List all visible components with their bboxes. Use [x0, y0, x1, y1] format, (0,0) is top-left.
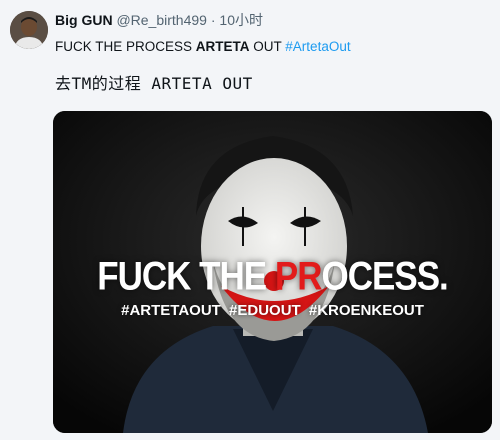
separator: · [210, 12, 216, 28]
media-overlay-title: FUCK THE PROCESS. [53, 254, 492, 300]
tweet-text-part: FUCK THE PROCESS [55, 39, 196, 54]
overlay-title-highlight: PR [274, 254, 323, 299]
overlay-title-part: OCESS. [321, 254, 449, 299]
overlay-title-part: FUCK THE [97, 254, 275, 299]
tweet-text: FUCK THE PROCESS ARTETA OUT #ArtetaOut [55, 38, 351, 56]
tweet-text-part: OUT [249, 39, 286, 54]
tweet[interactable]: Big GUN @Re_birth499 · 10小时 FUCK THE PRO… [0, 0, 500, 440]
avatar[interactable] [10, 11, 48, 49]
avatar-image [10, 11, 48, 49]
author-name[interactable]: Big GUN [55, 12, 113, 28]
tweet-text-bold: ARTETA [195, 39, 250, 54]
tweet-header: Big GUN @Re_birth499 · 10小时 [55, 11, 263, 29]
timestamp[interactable]: 10小时 [219, 12, 263, 28]
media-overlay-hashtags: #ARTETAOUT #EDUOUT #KROENKEOUT [121, 302, 424, 319]
tweet-media[interactable]: FUCK THE PROCESS. #ARTETAOUT #EDUOUT #KR… [53, 111, 492, 433]
hashtag-link[interactable]: #ArtetaOut [285, 39, 350, 54]
tweet-translation-text: 去TM的过程 ARTETA OUT [55, 74, 253, 93]
author-handle[interactable]: @Re_birth499 [116, 12, 207, 28]
